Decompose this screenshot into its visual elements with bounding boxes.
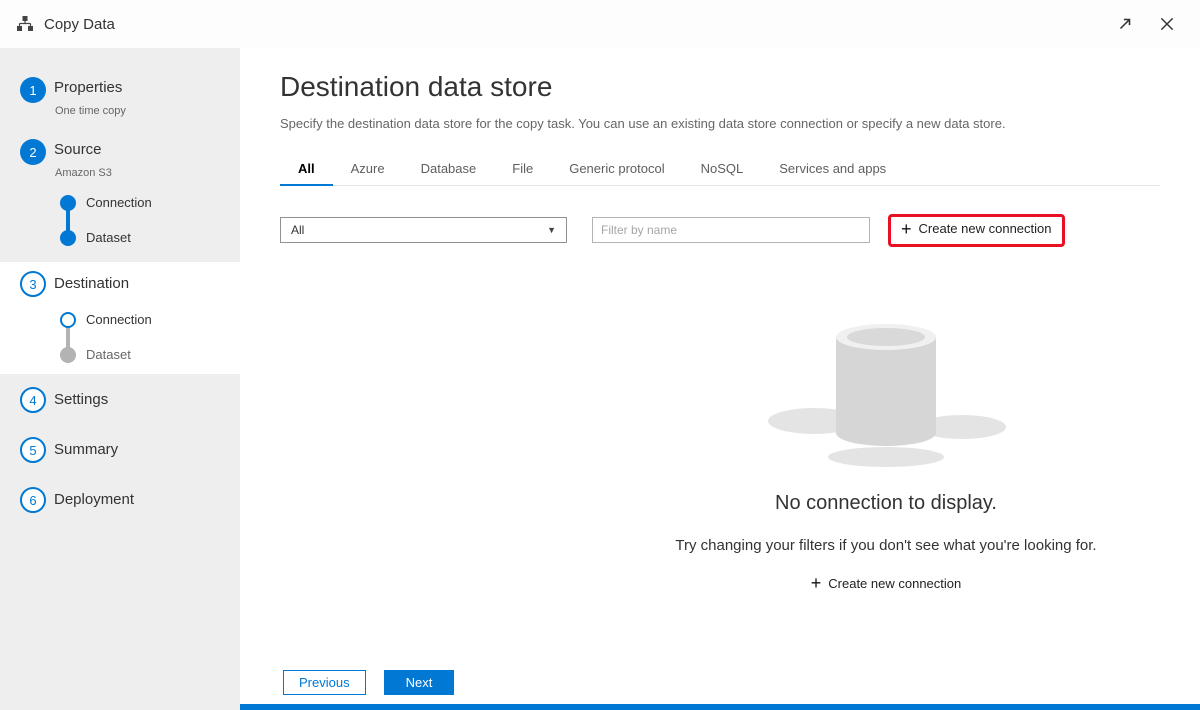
- datastore-category-tabs: All Azure Database File Generic protocol…: [280, 155, 1160, 186]
- empty-state-title: No connection to display.: [586, 492, 1186, 515]
- create-new-connection-link-label: Create new connection: [828, 576, 961, 591]
- previous-button[interactable]: Previous: [283, 670, 366, 695]
- step-circle-destination[interactable]: 3: [20, 271, 46, 297]
- step-number: 6: [29, 493, 36, 508]
- sidebar-item-deployment[interactable]: Deployment: [54, 491, 134, 508]
- step-circle-settings[interactable]: 4: [20, 387, 46, 413]
- sidebar-item-properties[interactable]: Properties: [54, 79, 122, 96]
- sidebar-item-summary[interactable]: Summary: [54, 441, 118, 458]
- empty-bucket-illustration: [766, 309, 1006, 469]
- tab-all[interactable]: All: [280, 155, 333, 186]
- step-circle-summary[interactable]: 5: [20, 437, 46, 463]
- tab-file[interactable]: File: [494, 155, 551, 185]
- sidebar-item-destination-dataset[interactable]: Dataset: [86, 347, 131, 362]
- step-circle-properties[interactable]: 1: [20, 77, 46, 103]
- source-subtitle: Amazon S3: [55, 167, 112, 179]
- step-number: 1: [29, 83, 36, 98]
- sidebar-item-settings[interactable]: Settings: [54, 391, 108, 408]
- properties-subtitle: One time copy: [55, 105, 126, 117]
- copy-data-icon: [16, 15, 34, 33]
- next-button[interactable]: Next: [384, 670, 455, 695]
- tab-services-and-apps[interactable]: Services and apps: [761, 155, 904, 185]
- sidebar-item-destination[interactable]: Destination: [54, 275, 129, 292]
- tab-database[interactable]: Database: [403, 155, 495, 185]
- create-new-connection-button[interactable]: + Create new connection: [901, 221, 1052, 236]
- source-dataset-circle[interactable]: [60, 230, 76, 246]
- page-title: Destination data store: [280, 70, 1160, 104]
- step-circle-source[interactable]: 2: [20, 139, 46, 165]
- step-number: 5: [29, 443, 36, 458]
- tab-nosql[interactable]: NoSQL: [683, 155, 762, 185]
- category-dropdown-value: All: [291, 223, 304, 237]
- window-title: Copy Data: [44, 16, 115, 33]
- sidebar-item-destination-connection[interactable]: Connection: [86, 312, 152, 327]
- source-connection-circle[interactable]: [60, 195, 76, 211]
- titlebar-actions: [1116, 15, 1184, 33]
- tab-azure[interactable]: Azure: [333, 155, 403, 185]
- bottom-accent-bar: [240, 704, 1200, 710]
- destination-connection-circle[interactable]: [60, 312, 76, 328]
- category-dropdown[interactable]: All ▼: [280, 217, 567, 243]
- wizard-footer: Previous Next: [283, 670, 454, 695]
- main-panel: Destination data store Specify the desti…: [240, 48, 1200, 710]
- expand-icon[interactable]: [1116, 15, 1134, 33]
- plus-icon: +: [901, 222, 912, 236]
- empty-state-hint: Try changing your filters if you don't s…: [586, 537, 1186, 554]
- step-circle-deployment[interactable]: 6: [20, 487, 46, 513]
- sidebar-item-source-dataset[interactable]: Dataset: [86, 230, 131, 245]
- wizard-steps-sidebar: 1 Properties One time copy 2 Source Amaz…: [0, 48, 240, 710]
- destination-dataset-circle[interactable]: [60, 347, 76, 363]
- page-subtitle: Specify the destination data store for t…: [280, 116, 1160, 131]
- step-number: 3: [29, 277, 36, 292]
- step-number: 2: [29, 145, 36, 160]
- empty-state: No connection to display. Try changing y…: [586, 309, 1186, 591]
- annotation-highlight: + Create new connection: [888, 214, 1065, 247]
- filter-by-name-input[interactable]: [592, 217, 870, 243]
- create-new-connection-link[interactable]: + Create new connection: [811, 576, 962, 591]
- sidebar-item-source[interactable]: Source: [54, 141, 102, 158]
- step-number: 4: [29, 393, 36, 408]
- create-new-connection-label: Create new connection: [919, 221, 1052, 236]
- chevron-down-icon: ▼: [547, 225, 556, 235]
- titlebar: Copy Data: [0, 0, 1200, 48]
- tab-generic-protocol[interactable]: Generic protocol: [551, 155, 682, 185]
- close-icon[interactable]: [1158, 15, 1176, 33]
- sidebar-item-source-connection[interactable]: Connection: [86, 195, 152, 210]
- filter-toolbar: All ▼ + Create new connection: [280, 214, 1160, 247]
- plus-icon: +: [811, 576, 822, 590]
